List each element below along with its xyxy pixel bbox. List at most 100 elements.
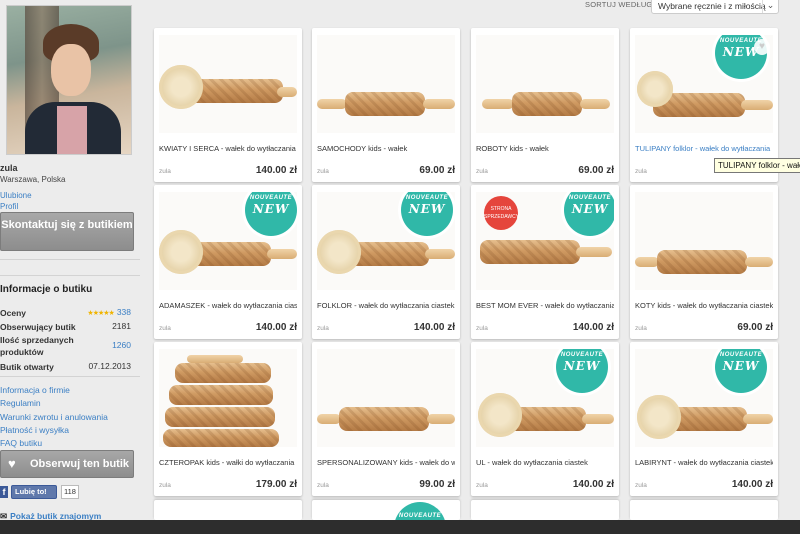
sort-label: SORTUJ WEDŁUG: [585, 0, 653, 9]
product-image[interactable]: [635, 192, 773, 290]
product-image[interactable]: [159, 349, 297, 447]
product-seller[interactable]: zula: [476, 325, 488, 332]
product-title[interactable]: CZTEROPAK kids - wałki do wytłaczania: [159, 458, 297, 467]
product-price: 69.00 zł: [419, 165, 455, 176]
heart-icon: ♥: [8, 456, 16, 471]
product-title[interactable]: SPERSONALIZOWANY kids - wałek do wytłacz…: [317, 458, 455, 467]
contact-shop-button[interactable]: Skontaktuj się z butikiem: [0, 212, 134, 251]
red-badge: STRONA SPRZEDAWCY: [484, 196, 519, 230]
divider: [0, 275, 140, 276]
product-title[interactable]: KWIATY I SERCA - wałek do wytłaczania: [159, 144, 297, 153]
profile-link[interactable]: Profil: [0, 202, 18, 211]
facebook-like-button[interactable]: Lubię to!: [11, 485, 57, 499]
product-title[interactable]: UL - wałek do wytłaczania ciastek: [476, 458, 614, 467]
product-seller[interactable]: zula: [317, 482, 329, 489]
product-price: 99.00 zł: [419, 479, 455, 490]
product-seller[interactable]: zula: [476, 482, 488, 489]
info-label: Butik otwarty: [0, 362, 54, 372]
product-image[interactable]: NOUVEAUTE NEW: [635, 35, 773, 133]
faq-link[interactable]: FAQ butiku: [0, 438, 42, 448]
product-title[interactable]: SAMOCHODY kids - wałek: [317, 144, 455, 153]
new-badge: NOUVEAUTENEW: [564, 192, 614, 236]
info-label: Ilość sprzedanych produktów: [0, 335, 74, 357]
info-value: 07.12.2013: [88, 361, 131, 371]
seller-location: Warszawa, Polska: [0, 175, 66, 184]
product-card[interactable]: SPERSONALIZOWANY kids - wałek do wytłacz…: [312, 342, 460, 496]
shop-sidebar: zula Warszawa, Polska Ulubione Profil Sk…: [0, 0, 142, 534]
product-seller[interactable]: zula: [159, 168, 171, 175]
follow-shop-button[interactable]: ♥ Obserwuj ten butik: [0, 450, 134, 478]
product-seller[interactable]: zula: [635, 325, 647, 332]
facebook-icon: f: [0, 486, 8, 498]
shop-info-title: Informacje o butiku: [0, 284, 93, 295]
product-seller[interactable]: zula: [159, 325, 171, 332]
favorite-heart-icon[interactable]: ♥: [754, 39, 770, 55]
favorites-link[interactable]: Ulubione: [0, 191, 32, 200]
sort-select[interactable]: Wybrane ręcznie i z miłością ⌄: [651, 0, 779, 14]
product-card[interactable]: NOUVEAUTE NEW FOLKLOR - wałek do wytłacza…: [312, 185, 460, 339]
product-card[interactable]: NOUVEAUTENEW: [312, 500, 460, 520]
seller-name[interactable]: zula: [0, 163, 18, 173]
seller-avatar[interactable]: [6, 5, 132, 155]
chevron-down-icon: ⌄: [762, 0, 778, 13]
product-image[interactable]: [476, 35, 614, 133]
product-price: 69.00 zł: [737, 322, 773, 333]
info-value: 2181: [112, 321, 131, 331]
product-card[interactable]: KOTY kids - wałek do wytłaczania ciastek…: [630, 185, 778, 339]
product-card[interactable]: NOUVEAUTE NEW UL - wałek do wytłaczania c…: [471, 342, 619, 496]
product-title[interactable]: BEST MOM EVER - wałek do wytłaczania cia…: [476, 301, 614, 310]
terms-link[interactable]: Regulamin: [0, 398, 41, 408]
product-image[interactable]: NOUVEAUTE NEW: [317, 192, 455, 290]
new-badge: NOUVEAUTENEW: [715, 349, 767, 393]
tooltip: TULIPANY folklor - wałek: [714, 158, 800, 173]
product-card[interactable]: NOUVEAUTE NEW ADAMASZEK - wałek do wytłac…: [154, 185, 302, 339]
product-seller[interactable]: zula: [635, 482, 647, 489]
product-title[interactable]: ADAMASZEK - wałek do wytłaczania ciastek: [159, 301, 297, 310]
product-card[interactable]: CZTEROPAK kids - wałki do wytłaczania zu…: [154, 342, 302, 496]
product-title[interactable]: FOLKLOR - wałek do wytłaczania ciastek: [317, 301, 455, 310]
product-title[interactable]: KOTY kids - wałek do wytłaczania ciastek: [635, 301, 773, 310]
follow-button-label: Obserwuj ten butik: [30, 458, 130, 470]
product-card[interactable]: ROBOTY kids - wałek zula 69.00 zł: [471, 28, 619, 182]
product-card[interactable]: STRONA SPRZEDAWCY NOUVEAUTE NEW BEST MOM …: [471, 185, 619, 339]
product-seller[interactable]: zula: [476, 168, 488, 175]
product-card[interactable]: [630, 500, 778, 520]
product-card[interactable]: [154, 500, 302, 520]
product-price: 140.00 zł: [413, 322, 455, 333]
facebook-like-count: 118: [61, 485, 79, 499]
product-seller[interactable]: zula: [317, 168, 329, 175]
product-image[interactable]: [159, 35, 297, 133]
product-title[interactable]: LABIRYNT - wałek do wytłaczania ciastek: [635, 458, 773, 467]
company-info-link[interactable]: Informacja o firmie: [0, 385, 70, 395]
product-price: 140.00 zł: [255, 322, 297, 333]
payment-shipping-link[interactable]: Płatność i wysyłka: [0, 425, 69, 435]
rating-stars-icon: ★★★★★: [87, 310, 114, 317]
info-label: Oceny: [0, 308, 26, 318]
product-image[interactable]: NOUVEAUTE NEW: [635, 349, 773, 447]
product-seller[interactable]: zula: [635, 168, 647, 175]
bottom-notification-bar: [0, 520, 800, 534]
product-image[interactable]: [317, 35, 455, 133]
product-seller[interactable]: zula: [317, 325, 329, 332]
ratings-count-link[interactable]: 338: [117, 307, 131, 317]
returns-link[interactable]: Warunki zwrotu i anulowania: [0, 412, 108, 422]
product-card[interactable]: NOUVEAUTE NEW LABIRYNT - wałek do wytłacz…: [630, 342, 778, 496]
product-price: 140.00 zł: [572, 479, 614, 490]
product-title[interactable]: TULIPANY folklor - wałek do wytłaczania: [635, 144, 773, 153]
new-badge: NOUVEAUTENEW: [556, 349, 608, 393]
product-seller[interactable]: zula: [159, 482, 171, 489]
product-price: 140.00 zł: [255, 165, 297, 176]
product-image[interactable]: [317, 349, 455, 447]
product-title[interactable]: ROBOTY kids - wałek: [476, 144, 614, 153]
product-card[interactable]: [471, 500, 619, 520]
new-badge: NOUVEAUTENEW: [245, 192, 297, 236]
sold-count-link[interactable]: 1260: [112, 340, 131, 350]
product-image[interactable]: NOUVEAUTE NEW: [476, 349, 614, 447]
product-card[interactable]: KWIATY I SERCA - wałek do wytłaczania zu…: [154, 28, 302, 182]
product-image[interactable]: NOUVEAUTE NEW: [159, 192, 297, 290]
product-price: 69.00 zł: [578, 165, 614, 176]
product-card[interactable]: SAMOCHODY kids - wałek zula 69.00 zł: [312, 28, 460, 182]
product-image[interactable]: STRONA SPRZEDAWCY NOUVEAUTE NEW: [476, 192, 614, 290]
product-price: 140.00 zł: [572, 322, 614, 333]
product-price: 179.00 zł: [255, 479, 297, 490]
